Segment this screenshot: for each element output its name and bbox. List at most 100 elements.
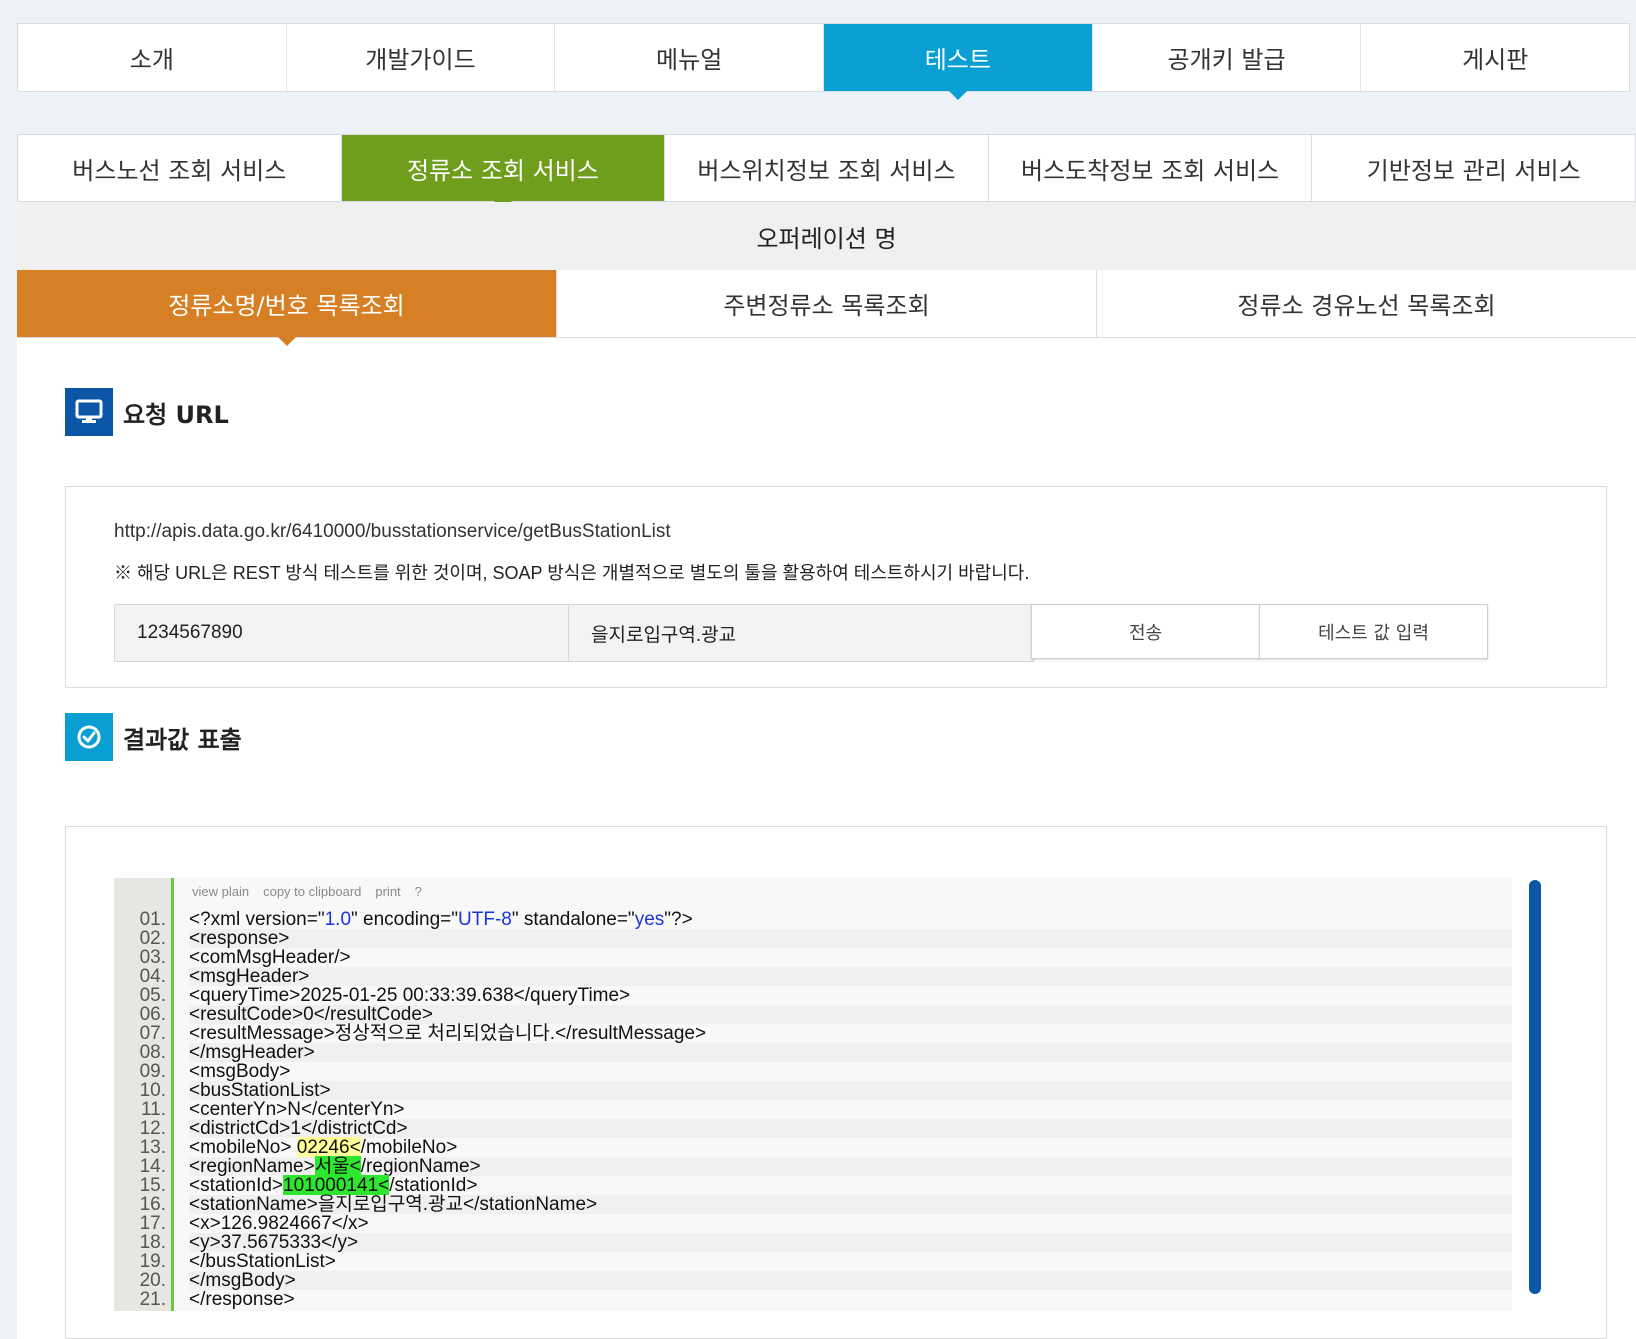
test-value-button[interactable]: 테스트 값 입력 xyxy=(1259,604,1488,659)
code-line: 08. </msgHeader> xyxy=(114,1042,1512,1063)
code-line: 06. <resultCode>0</resultCode> xyxy=(114,1004,1512,1025)
service-tab-bus-arrival[interactable]: 버스도착정보 조회 서비스 xyxy=(989,135,1313,201)
main-panel: 버스노선 조회 서비스 정류소 조회 서비스 버스위치정보 조회 서비스 버스도… xyxy=(17,134,1636,1339)
code-scrollbar[interactable] xyxy=(1529,880,1541,1294)
top-tab-dev-guide[interactable]: 개발가이드 xyxy=(287,24,556,91)
help-link[interactable]: ? xyxy=(415,884,422,899)
code-token: </busStationList> xyxy=(189,1251,336,1272)
code-text: <busStationList> xyxy=(189,1081,1512,1100)
code-line: 03. <comMsgHeader/> xyxy=(114,947,1512,968)
code-text: <resultMessage>정상적으로 처리되었습니다.</resultMes… xyxy=(189,1024,1512,1043)
code-token: <resultCode>0</resultCode> xyxy=(189,1004,433,1025)
code-token: <msgHeader> xyxy=(189,966,310,987)
code-text: <msgHeader> xyxy=(189,967,1512,986)
code-token: 02246< xyxy=(296,1137,361,1158)
code-text: <stationId>101000141</stationId> xyxy=(189,1175,1512,1196)
code-token: UTF-8 xyxy=(458,909,512,930)
code-token: <stationName>을지로입구역.광교</stationName> xyxy=(189,1194,598,1215)
code-token: /regionName> xyxy=(360,1156,481,1177)
code-line: 04. <msgHeader> xyxy=(114,966,1512,987)
top-tab-board[interactable]: 게시판 xyxy=(1361,24,1629,91)
code-token: <?xml version= xyxy=(189,909,318,930)
top-tab-test[interactable]: 테스트 xyxy=(824,24,1093,100)
monitor-icon xyxy=(65,388,113,436)
code-text: </busStationList> xyxy=(189,1252,1512,1271)
code-toolbar: view plain copy to clipboard print ? xyxy=(192,884,422,899)
code-lines: 01. <?xml version="1.0" encoding="UTF-8" … xyxy=(114,909,1512,1310)
code-text: </response> xyxy=(189,1290,1512,1309)
code-line: 19. </busStationList> xyxy=(114,1251,1512,1272)
code-text: <x>126.9824667</x> xyxy=(189,1214,1512,1233)
result-section-header: 결과값 표출 xyxy=(65,713,242,761)
code-viewer: view plain copy to clipboard print ? 01.… xyxy=(114,878,1512,1311)
code-text: <comMsgHeader/> xyxy=(189,948,1512,967)
send-button[interactable]: 전송 xyxy=(1031,604,1260,659)
top-tab-intro[interactable]: 소개 xyxy=(18,24,287,91)
code-token: " encoding=" xyxy=(351,909,459,930)
result-box: view plain copy to clipboard print ? 01.… xyxy=(65,826,1607,1339)
top-tab-manual[interactable]: 메뉴얼 xyxy=(555,24,825,91)
top-nav: 소개 개발가이드 메뉴얼 테스트 공개키 발급 게시판 xyxy=(17,23,1630,100)
code-token: " xyxy=(317,909,325,930)
code-token: <centerYn>N</centerYn> xyxy=(189,1099,405,1120)
code-token: <mobileNo> xyxy=(189,1137,297,1158)
code-line: 05. <queryTime>2025-01-25 00:33:39.638</q… xyxy=(114,985,1512,1006)
code-token: <stationId> xyxy=(189,1175,284,1196)
view-plain-link[interactable]: view plain xyxy=(192,884,249,899)
code-text: <y>37.5675333</y> xyxy=(189,1233,1512,1252)
code-text: <queryTime>2025-01-25 00:33:39.638</quer… xyxy=(189,986,1512,1005)
code-line: 09. <msgBody> xyxy=(114,1061,1512,1082)
service-tab-bus-route[interactable]: 버스노선 조회 서비스 xyxy=(18,135,342,201)
code-line: 07. <resultMessage>정상적으로 처리되었습니다.</result… xyxy=(114,1023,1512,1044)
copy-to-clipboard-link[interactable]: copy to clipboard xyxy=(263,884,361,899)
code-token: 1.0 xyxy=(324,909,352,930)
code-text: </msgBody> xyxy=(189,1271,1512,1290)
code-token: <busStationList> xyxy=(189,1080,331,1101)
code-text: <mobileNo> 02246</mobileNo> xyxy=(189,1137,1512,1158)
code-line: 02. <response> xyxy=(114,928,1512,949)
service-tab-station[interactable]: 정류소 조회 서비스 xyxy=(341,135,666,210)
code-token: 101000141< xyxy=(283,1175,390,1196)
code-token: <comMsgHeader/> xyxy=(189,947,351,968)
code-token: </response> xyxy=(189,1289,295,1310)
code-line: 14. <regionName>서울</regionName> xyxy=(114,1156,1512,1177)
operation-tab-station-list[interactable]: 정류소명/번호 목록조회 xyxy=(17,270,557,346)
code-text: <districtCd>1</districtCd> xyxy=(189,1119,1512,1138)
code-text: <response> xyxy=(189,929,1512,948)
code-line: 16. <stationName>을지로입구역.광교</stationName> xyxy=(114,1194,1512,1215)
station-number-input[interactable]: 1234567890 xyxy=(114,604,580,662)
code-token: </msgBody> xyxy=(189,1270,296,1291)
code-token: </msgHeader> xyxy=(189,1042,315,1063)
request-url: http://apis.data.go.kr/6410000/busstatio… xyxy=(114,521,671,542)
line-number: 21. xyxy=(139,1288,166,1310)
code-line: 21. </response> xyxy=(114,1288,1512,1310)
code-token: <y>37.5675333</y> xyxy=(189,1232,359,1253)
code-line: 18. <y>37.5675333</y> xyxy=(114,1232,1512,1253)
code-token: <districtCd>1</districtCd> xyxy=(189,1118,408,1139)
code-token: "?> xyxy=(664,909,693,930)
result-section-title: 결과값 표출 xyxy=(123,725,242,754)
service-tab-base-info[interactable]: 기반정보 관리 서비스 xyxy=(1312,135,1635,201)
operation-tabs: 정류소명/번호 목록조회 주변정류소 목록조회 정류소 경유노선 목록조회 xyxy=(17,270,1636,346)
code-token: <regionName> xyxy=(189,1156,315,1177)
code-line: 01. <?xml version="1.0" encoding="UTF-8" … xyxy=(114,909,1512,930)
code-line: 13. <mobileNo> 02246</mobileNo> xyxy=(114,1137,1512,1158)
code-token: <queryTime>2025-01-25 00:33:39.638</quer… xyxy=(189,985,631,1006)
code-token: <msgBody> xyxy=(189,1061,291,1082)
operation-tab-nearby-stations[interactable]: 주변정류소 목록조회 xyxy=(557,270,1097,337)
request-section-title: 요청 URL xyxy=(123,400,229,429)
station-name-input[interactable]: 을지로입구역.광교 xyxy=(568,604,1034,662)
service-tab-bus-location[interactable]: 버스위치정보 조회 서비스 xyxy=(665,135,989,201)
code-token: /stationId> xyxy=(389,1175,478,1196)
code-token: 서울< xyxy=(314,1156,361,1177)
code-text: <?xml version="1.0" encoding="UTF-8" sta… xyxy=(189,910,1512,929)
print-link[interactable]: print xyxy=(375,884,400,899)
code-text: <centerYn>N</centerYn> xyxy=(189,1100,1512,1119)
code-token: <x>126.9824667</x> xyxy=(189,1213,369,1234)
request-section-header: 요청 URL xyxy=(65,388,229,436)
code-text: <msgBody> xyxy=(189,1062,1512,1081)
top-tab-public-key[interactable]: 공개키 발급 xyxy=(1093,24,1362,91)
code-line: 15. <stationId>101000141</stationId> xyxy=(114,1175,1512,1196)
operation-tab-station-routes[interactable]: 정류소 경유노선 목록조회 xyxy=(1097,270,1636,337)
code-token: yes xyxy=(634,909,665,930)
